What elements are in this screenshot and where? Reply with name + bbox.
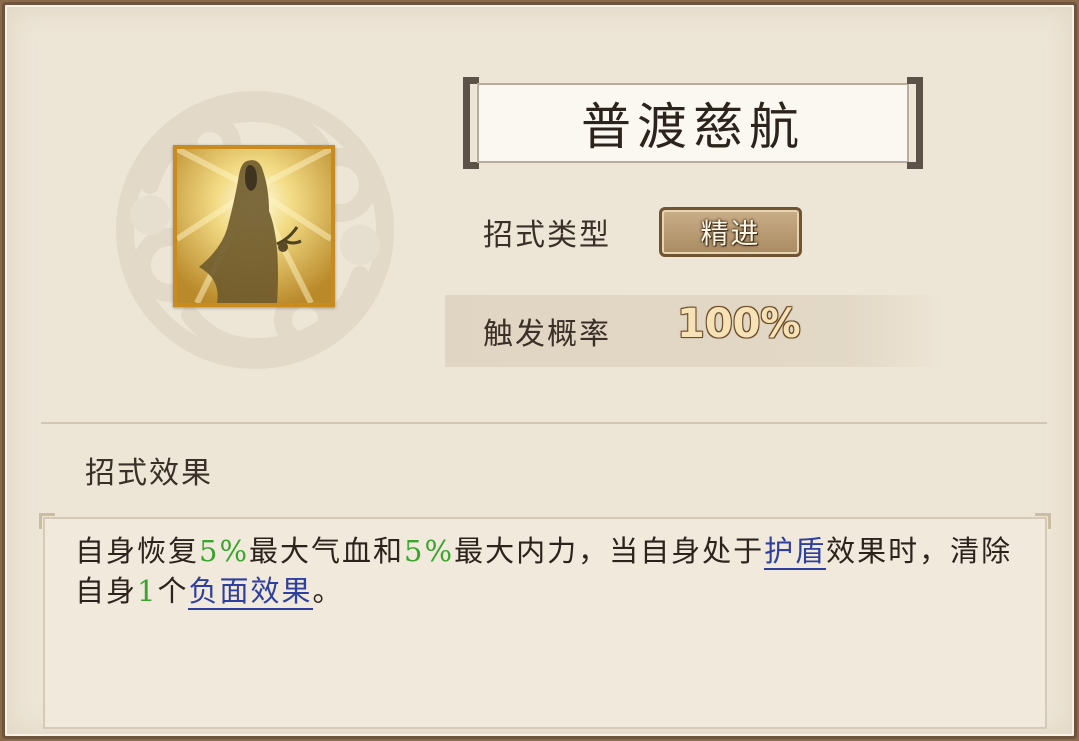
skill-type-label: 招式类型 xyxy=(483,218,611,253)
effect-text-segment: 个 xyxy=(157,574,189,608)
corner-ornament xyxy=(39,513,55,529)
effect-description: 自身恢复5%最大气血和5%最大内力，当自身处于护盾效果时，清除自身1个负面效果。 xyxy=(75,531,1025,611)
corner-ornament xyxy=(1035,513,1051,529)
heal-hp-percent: 5% xyxy=(199,534,250,568)
skill-detail-panel: 普渡慈航 招式类型 精进 触发概率 100% 招式效果 自身恢复5%最大气血和5… xyxy=(2,2,1077,739)
trigger-rate-label: 触发概率 xyxy=(483,317,611,352)
trigger-rate-value: 100% xyxy=(677,301,801,347)
skill-icon-frame[interactable] xyxy=(173,145,335,307)
robed-figure-radiant-icon xyxy=(177,149,331,303)
cleanse-count: 1 xyxy=(137,574,158,608)
title-bracket-right xyxy=(907,77,923,169)
effect-text-segment: 自身恢复 xyxy=(75,534,200,568)
debuff-keyword-link[interactable]: 负面效果 xyxy=(188,574,313,610)
heal-mp-percent: 5% xyxy=(404,534,455,568)
effect-heading: 招式效果 xyxy=(85,456,213,491)
section-divider xyxy=(41,422,1047,424)
skill-name: 普渡慈航 xyxy=(477,83,909,163)
skill-title-frame: 普渡慈航 xyxy=(463,77,923,169)
effect-text-segment: 最大气血和 xyxy=(249,534,405,568)
effect-text-segment: 。 xyxy=(312,574,344,608)
skill-type-badge: 精进 xyxy=(659,207,802,257)
shield-keyword-link[interactable]: 护盾 xyxy=(764,534,827,570)
effect-description-box: 自身恢复5%最大气血和5%最大内力，当自身处于护盾效果时，清除自身1个负面效果。 xyxy=(39,513,1051,729)
effect-text-segment: 最大内力，当自身处于 xyxy=(454,534,765,568)
